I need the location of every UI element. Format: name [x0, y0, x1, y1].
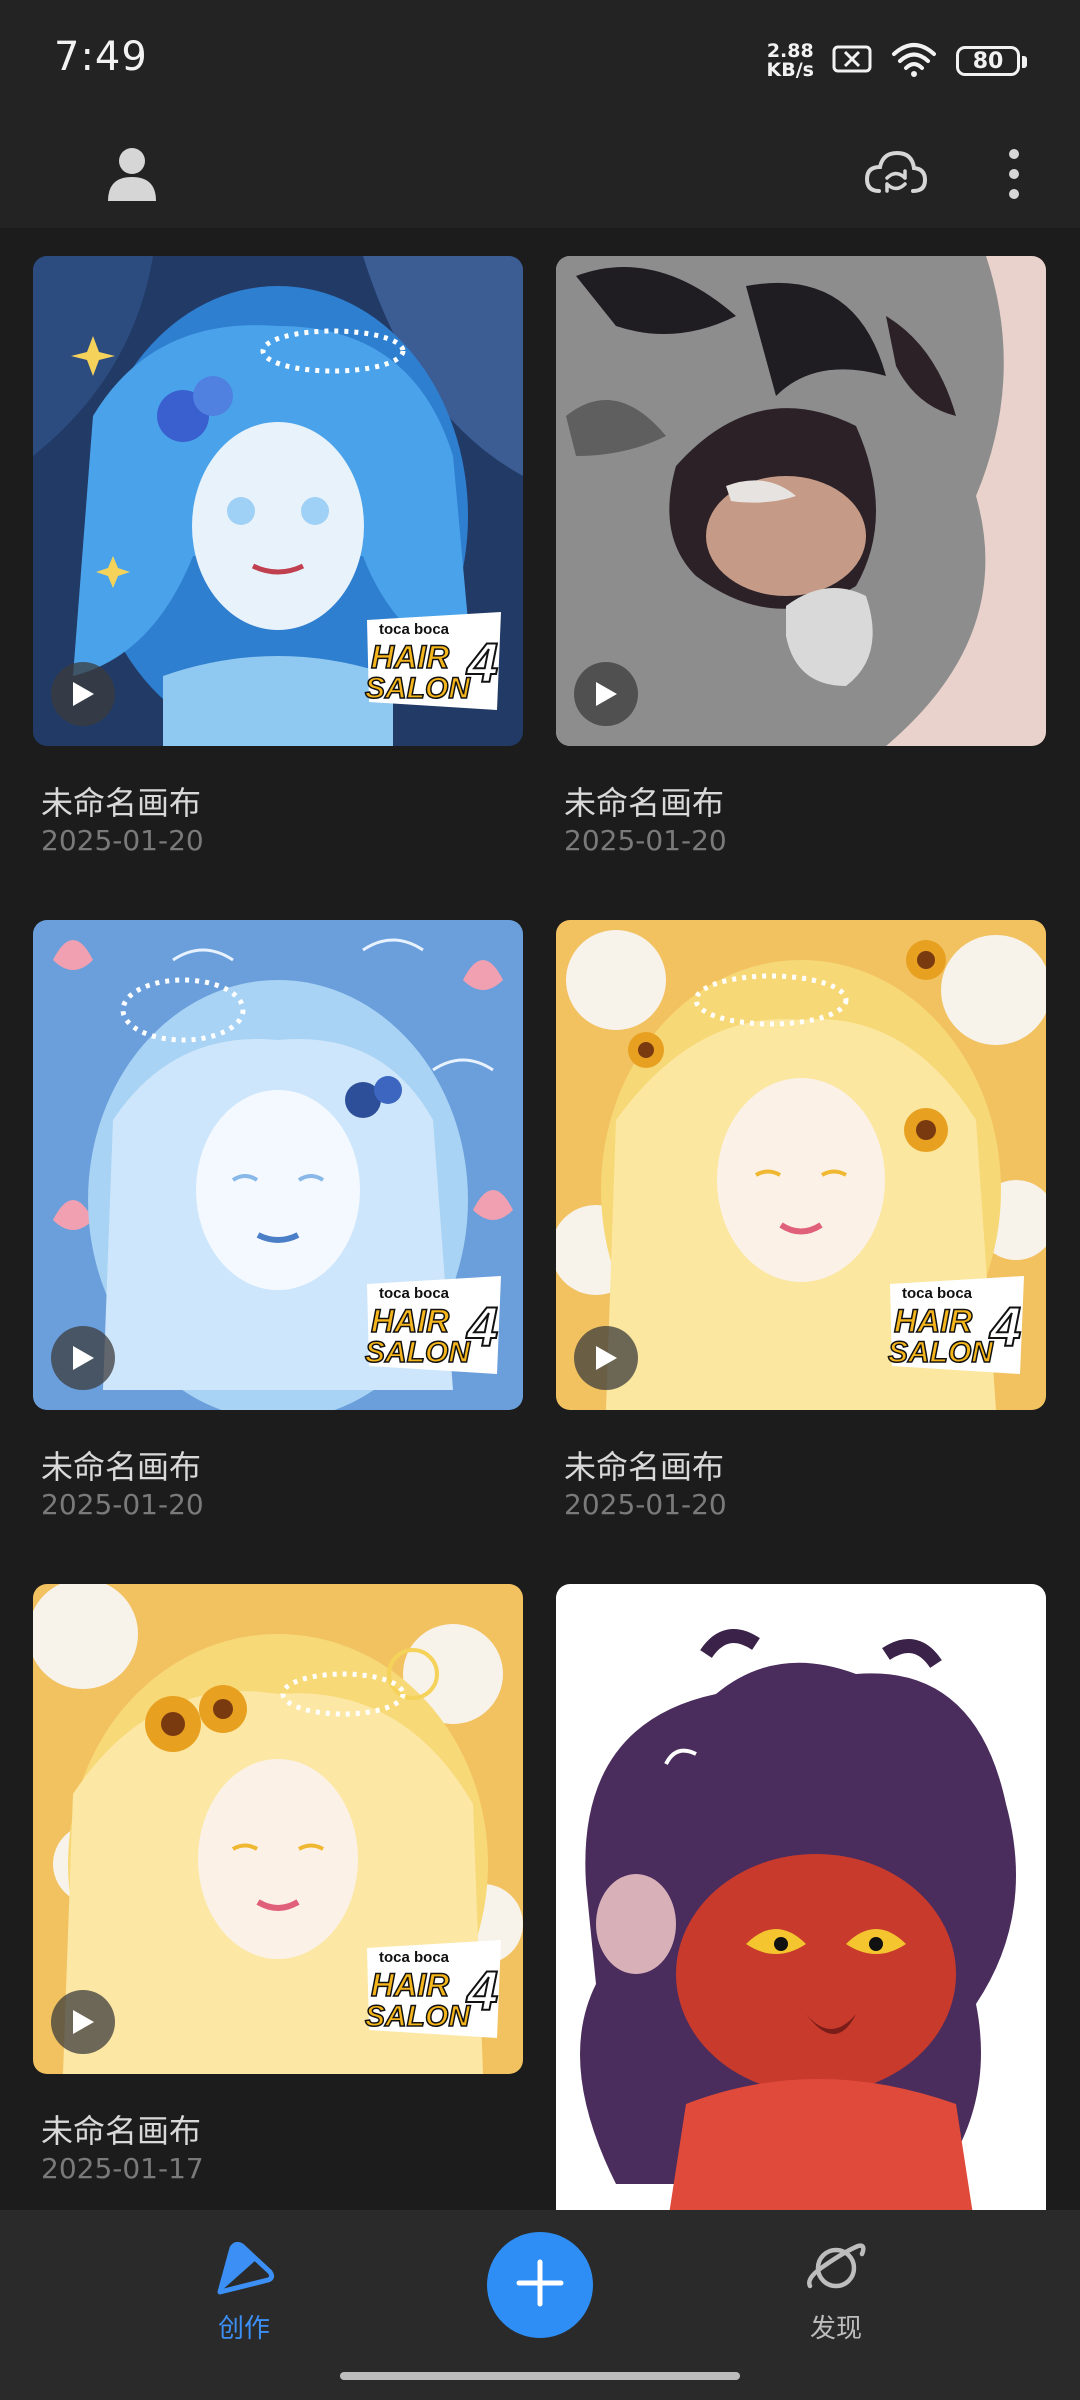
brush-icon: [212, 2238, 276, 2302]
toca-boca-logo: toca boca HAIR SALON 4: [359, 1254, 509, 1384]
play-timelapse-button[interactable]: [51, 1990, 115, 2054]
canvas-card[interactable]: toca boca HAIR SALON 4 未命名画布 2025-01-20: [556, 920, 1046, 1521]
no-sim-icon: [832, 43, 872, 79]
svg-text:toca boca: toca boca: [379, 621, 450, 638]
canvas-grid: toca boca HAIR SALON 4 未命名画布 2025-01-20: [0, 228, 1080, 2210]
more-vert-icon: [1008, 148, 1020, 204]
top-app-bar: [0, 124, 1080, 228]
canvas-date: 2025-01-17: [41, 2152, 204, 2185]
svg-text:SALON: SALON: [365, 672, 471, 705]
nav-tab-create[interactable]: 创作: [164, 2238, 324, 2358]
canvas-date: 2025-01-20: [564, 824, 727, 857]
canvas-thumbnail[interactable]: toca boca HAIR SALON 4: [33, 1584, 523, 2074]
svg-text:4: 4: [466, 631, 498, 694]
canvas-card[interactable]: toca boca HAIR SALON 4 未命名画布 2025-01-17: [33, 1584, 523, 2185]
canvas-date: 2025-01-20: [564, 1488, 727, 1521]
canvas-thumbnail[interactable]: toca boca HAIR SALON 4: [556, 920, 1046, 1410]
nav-tab-discover-label: 发现: [809, 2314, 862, 2344]
svg-text:4: 4: [466, 1295, 498, 1358]
play-timelapse-button[interactable]: [51, 662, 115, 726]
canvas-card[interactable]: 未命名画布 2025-01-20: [556, 256, 1046, 857]
svg-text:SALON: SALON: [365, 1336, 471, 1369]
planet-icon: [804, 2238, 868, 2302]
more-options-button[interactable]: [970, 132, 1058, 220]
canvas-title: 未命名画布: [41, 2112, 202, 2150]
play-timelapse-button[interactable]: [574, 1326, 638, 1390]
status-time: 7:49: [54, 34, 148, 80]
svg-text:SALON: SALON: [365, 2000, 471, 2033]
toca-boca-logo: toca boca HAIR SALON 4: [882, 1254, 1032, 1384]
canvas-date: 2025-01-20: [41, 824, 204, 857]
svg-text:HAIR: HAIR: [371, 1303, 449, 1339]
cloud-sync-button[interactable]: [852, 132, 940, 220]
wifi-icon: [890, 40, 938, 82]
profile-button[interactable]: [88, 132, 176, 220]
svg-text:SALON: SALON: [888, 1336, 994, 1369]
play-timelapse-button[interactable]: [574, 662, 638, 726]
cloud-sync-icon: [863, 147, 929, 205]
svg-text:4: 4: [989, 1295, 1021, 1358]
home-indicator[interactable]: [340, 2372, 740, 2380]
play-timelapse-button[interactable]: [51, 1326, 115, 1390]
svg-text:toca boca: toca boca: [379, 1285, 450, 1302]
network-speed-unit: KB/s: [766, 59, 814, 81]
svg-text:HAIR: HAIR: [371, 1967, 449, 2003]
canvas-title: 未命名画布: [41, 1448, 202, 1486]
status-bar: 7:49 2.88 KB/s 80: [0, 0, 1080, 124]
play-icon: [73, 682, 94, 706]
status-indicators: 2.88 KB/s 80: [767, 36, 1027, 86]
play-icon: [596, 1346, 617, 1370]
play-icon: [73, 2010, 94, 2034]
new-canvas-button[interactable]: [487, 2232, 593, 2338]
canvas-card[interactable]: toca boca HAIR SALON 4 未命名画布 2025-01-20: [33, 920, 523, 1521]
svg-text:toca boca: toca boca: [902, 1285, 973, 1302]
nav-tab-discover[interactable]: 发现: [756, 2238, 916, 2358]
canvas-title: 未命名画布: [564, 1448, 725, 1486]
svg-text:HAIR: HAIR: [371, 639, 449, 675]
battery-indicator: 80: [956, 46, 1027, 76]
toca-boca-logo: toca boca HAIR SALON 4: [359, 1918, 509, 2048]
play-icon: [73, 1346, 94, 1370]
play-icon: [596, 682, 617, 706]
canvas-card[interactable]: toca boca HAIR SALON 4 未命名画布 2025-01-20: [33, 256, 523, 857]
canvas-thumbnail[interactable]: toca boca HAIR SALON 4: [33, 920, 523, 1410]
canvas-thumbnail[interactable]: toca boca HAIR SALON 4: [33, 256, 523, 746]
canvas-date: 2025-01-20: [41, 1488, 204, 1521]
network-speed: 2.88 KB/s: [767, 42, 814, 80]
profile-icon: [105, 145, 159, 207]
svg-text:HAIR: HAIR: [894, 1303, 972, 1339]
svg-text:4: 4: [466, 1959, 498, 2022]
canvas-thumbnail[interactable]: [556, 256, 1046, 746]
plus-icon: [515, 2258, 565, 2312]
canvas-thumbnail[interactable]: [556, 1584, 1046, 2210]
canvas-title: 未命名画布: [564, 784, 725, 822]
nav-tab-create-label: 创作: [217, 2314, 270, 2344]
canvas-card[interactable]: [556, 1584, 1046, 2210]
toca-boca-logo: toca boca HAIR SALON 4: [359, 590, 509, 720]
canvas-title: 未命名画布: [41, 784, 202, 822]
svg-text:toca boca: toca boca: [379, 1949, 450, 1966]
